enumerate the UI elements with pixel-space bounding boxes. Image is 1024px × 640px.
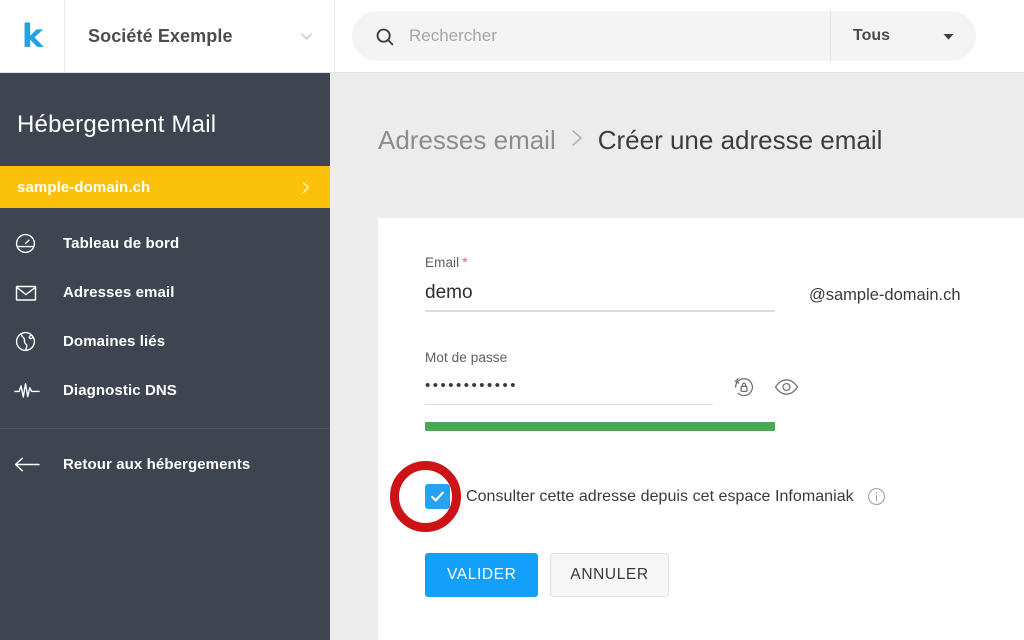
password-actions: [732, 375, 799, 405]
sidebar-item-label: Tableau de bord: [63, 235, 180, 252]
search-scope-label: Tous: [853, 27, 891, 44]
sidebar-item-retour-aux-hebergements[interactable]: Retour aux hébergements: [0, 440, 330, 489]
dashboard-gauge-icon: [14, 232, 54, 255]
organization-selector[interactable]: Société Exemple: [65, 0, 335, 73]
sidebar-nav-bottom: Retour aux hébergements: [0, 429, 330, 489]
password-field-group: Mot de passe ••••••••••••: [425, 350, 1024, 431]
breadcrumb-parent-link[interactable]: Adresses email: [378, 125, 556, 156]
infomaniak-k-icon: k: [21, 17, 43, 55]
chevron-right-icon: [569, 127, 585, 155]
sidebar-nav: Tableau de bord Adresses email Domaines …: [0, 208, 330, 489]
form-actions: VALIDER ANNULER: [425, 553, 1024, 597]
sidebar-item-active-domain[interactable]: sample-domain.ch: [0, 166, 330, 208]
page-title: Créer une adresse email: [597, 125, 883, 155]
search-scope-dropdown[interactable]: Tous: [831, 11, 976, 61]
sidebar-item-label: Diagnostic DNS: [63, 382, 177, 399]
password-input-underline[interactable]: ••••••••••••: [425, 369, 713, 405]
consult-address-checkbox-row: Consulter cette adresse depuis cet espac…: [390, 461, 1024, 532]
email-input[interactable]: [425, 282, 775, 304]
cancel-button[interactable]: ANNULER: [550, 553, 669, 597]
search-bar: Tous: [352, 11, 976, 61]
organization-name: Société Exemple: [88, 25, 233, 46]
envelope-icon: [14, 281, 54, 305]
globe-icon: [14, 330, 54, 353]
lock-refresh-icon[interactable]: [732, 375, 756, 399]
sidebar-item-adresses-email[interactable]: Adresses email: [0, 268, 330, 317]
brand-logo[interactable]: k: [0, 0, 65, 73]
email-input-underline: [425, 276, 775, 312]
password-strength-bar: [425, 422, 775, 431]
consult-address-checkbox-label: Consulter cette adresse depuis cet espac…: [466, 487, 854, 505]
eye-icon[interactable]: [774, 377, 799, 397]
sidebar: Hébergement Mail sample-domain.ch Tablea…: [0, 73, 330, 640]
pulse-icon: [14, 380, 54, 402]
chevron-down-icon: [941, 29, 956, 44]
search-icon: [374, 26, 395, 47]
arrow-left-icon: [14, 454, 54, 475]
top-bar: k Société Exemple Tous: [0, 0, 1024, 73]
checkmark-icon: [431, 491, 444, 502]
app-window: k Société Exemple Tous Hébergement Mail: [0, 0, 1024, 640]
email-field-group: Email* @sample-domain.ch: [425, 254, 1024, 312]
main-content: Adresses email Créer une adresse email E…: [330, 73, 1024, 640]
consult-address-checkbox[interactable]: [425, 484, 450, 509]
active-domain-label: sample-domain.ch: [17, 178, 151, 196]
sidebar-item-label: Adresses email: [63, 284, 175, 301]
breadcrumb: Adresses email Créer une adresse email: [330, 73, 1024, 156]
password-field-label: Mot de passe: [425, 350, 508, 365]
search-input[interactable]: [409, 26, 830, 46]
chevron-down-icon: [297, 27, 316, 46]
sidebar-item-label: Domaines liés: [63, 333, 166, 350]
email-input-row: @sample-domain.ch: [425, 276, 1024, 312]
sidebar-item-diagnostic-dns[interactable]: Diagnostic DNS: [0, 366, 330, 415]
sidebar-title: Hébergement Mail: [17, 111, 217, 138]
submit-button[interactable]: VALIDER: [425, 553, 539, 597]
required-marker: *: [462, 254, 468, 270]
password-input-row: ••••••••••••: [425, 369, 1024, 405]
chevron-right-icon: [297, 179, 314, 196]
info-circle-icon[interactable]: [867, 487, 886, 506]
email-domain-suffix: @sample-domain.ch: [809, 286, 961, 304]
create-email-form: Email* @sample-domain.ch Mot de passe: [378, 218, 1024, 597]
sidebar-item-tableau-de-bord[interactable]: Tableau de bord: [0, 219, 330, 268]
create-email-form-card: Email* @sample-domain.ch Mot de passe: [378, 218, 1024, 640]
sidebar-item-label: Retour aux hébergements: [63, 456, 251, 473]
sidebar-item-domaines-lies[interactable]: Domaines liés: [0, 317, 330, 366]
password-input[interactable]: ••••••••••••: [425, 378, 518, 396]
email-field-label: Email: [425, 255, 460, 270]
email-field-label-row: Email *: [425, 254, 1024, 272]
